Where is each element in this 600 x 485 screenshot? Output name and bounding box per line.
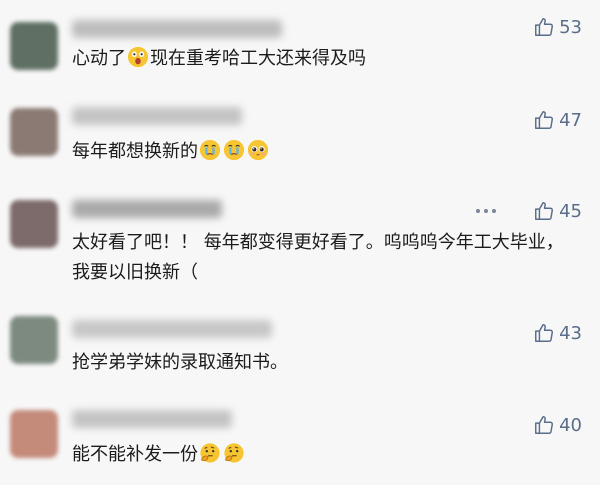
comment-item: 40 能不能补发一份 [0,400,600,485]
thinking-face-emoji [200,443,220,463]
more-dots-icon [476,209,480,213]
comment-text-part: 每年都想换新的 [72,141,198,162]
comment-text-part: 现在重考哈工大还来得及吗 [150,48,366,69]
shocked-face-emoji [127,46,149,68]
more-dots-icon [492,209,496,213]
like-count: 47 [559,109,582,131]
like-count: 45 [559,200,582,222]
username-blurred[interactable] [72,20,282,38]
comment-item: 53 心动了 现在重考哈工大还来得及吗 [0,0,600,95]
thinking-face-emoji [224,443,244,463]
comment-text: 抢学弟学妹的录取通知书。 [72,352,288,373]
like-button[interactable]: 47 [533,107,582,133]
pleading-face-emoji [247,139,269,161]
crying-face-emoji [199,139,221,161]
username-blurred[interactable] [72,200,222,218]
thumbs-up-icon [535,202,554,220]
comment-item: 47 每年都想换新的 [0,95,600,190]
more-dots-icon [484,209,488,213]
like-button[interactable]: 43 [533,320,582,346]
comment-text: 心动了 现在重考哈工大还来得及吗 [72,44,576,74]
comment-text: 每年都想换新的 [72,137,576,167]
like-button[interactable]: 45 [533,198,582,224]
avatar[interactable] [10,410,58,458]
comment-item: 43 抢学弟学妹的录取通知书。 [0,310,600,400]
like-button[interactable]: 40 [533,412,582,438]
comment-text-part: 心动了 [72,48,126,69]
thumbs-up-icon [535,416,554,434]
more-options-button[interactable] [476,198,496,224]
comment-text-part: 能不能补发一份 [72,444,198,465]
avatar[interactable] [10,316,58,364]
username-blurred[interactable] [72,107,242,125]
username-blurred[interactable] [72,410,232,428]
thumbs-up-icon [535,111,554,129]
username-blurred[interactable] [72,320,272,338]
thumbs-up-icon [535,324,554,342]
comment-text: 能不能补发一份 [72,440,576,470]
crying-face-emoji [223,139,245,161]
avatar[interactable] [10,200,58,248]
comment-item: 45 太好看了吧！！ 每年都变得更好看了。呜呜呜今年工大毕业，我要以旧换新（ [0,190,600,310]
avatar[interactable] [10,108,58,156]
avatar[interactable] [10,22,58,70]
like-count: 43 [559,322,582,344]
like-count: 40 [559,414,582,436]
comment-text: 太好看了吧！！ 每年都变得更好看了。呜呜呜今年工大毕业，我要以旧换新（ [72,232,564,283]
like-button[interactable]: 53 [533,14,582,40]
thumbs-up-icon [535,18,554,36]
like-count: 53 [559,16,582,38]
